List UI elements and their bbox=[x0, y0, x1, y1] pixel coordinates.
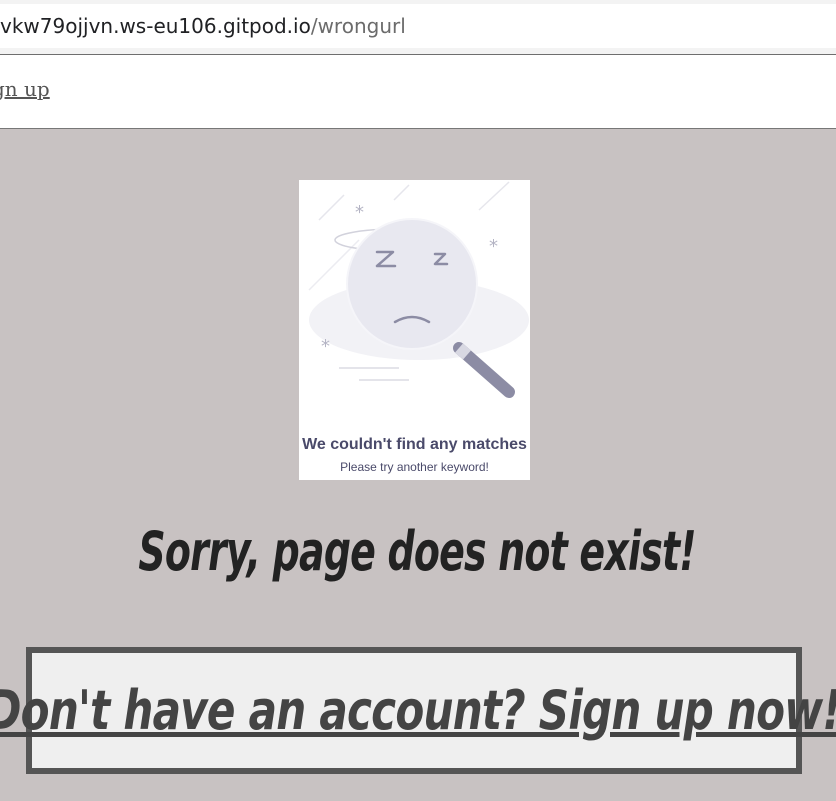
no-matches-illustration: * * * We couldn't find any matches Pleas… bbox=[299, 180, 530, 480]
illustration-title: We couldn't find any matches bbox=[302, 436, 527, 453]
signup-now-link[interactable]: Don't have an account? Sign up now! bbox=[0, 679, 836, 742]
signup-cta-box: Don't have an account? Sign up now! bbox=[0, 647, 836, 774]
url-path: /wrongurl bbox=[310, 14, 406, 38]
svg-text:*: * bbox=[489, 236, 498, 257]
svg-text:*: * bbox=[321, 336, 330, 357]
browser-address-bar: vkw79ojjvn.ws-eu106.gitpod.io/wrongurl bbox=[0, 0, 836, 55]
url-host: vkw79ojjvn.ws-eu106.gitpod.io bbox=[0, 14, 311, 38]
url-field[interactable]: vkw79ojjvn.ws-eu106.gitpod.io/wrongurl bbox=[0, 4, 836, 48]
sad-magnifier-icon: * * * bbox=[308, 181, 529, 398]
not-found-message: Sorry, page does not exist! bbox=[138, 520, 696, 583]
svg-text:*: * bbox=[355, 202, 364, 223]
nav-signup-link[interactable]: gn up bbox=[0, 77, 50, 101]
navbar: gn up bbox=[0, 55, 836, 129]
illustration-subtitle: Please try another keyword! bbox=[340, 460, 489, 474]
